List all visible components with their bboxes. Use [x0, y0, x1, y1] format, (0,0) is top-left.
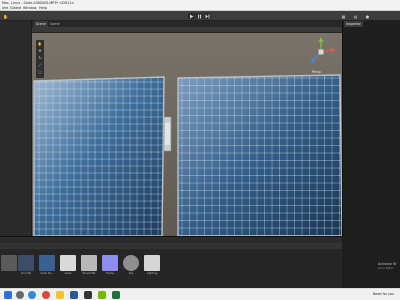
pause-button[interactable] — [196, 13, 203, 19]
step-button[interactable] — [204, 13, 211, 19]
start-icon[interactable] — [4, 291, 12, 299]
project-panel: Grid 3D Solar Pa... Glass Panel Mat Fram… — [0, 236, 342, 288]
move-tool-icon[interactable]: ✥ — [37, 48, 43, 53]
activation-watermark-title: Activate W — [378, 262, 397, 266]
layers-icon[interactable]: ▦ — [340, 13, 347, 19]
hierarchy-panel — [0, 21, 32, 236]
word-icon[interactable] — [70, 291, 78, 299]
menu-item[interactable]: Gilded — [10, 6, 21, 10]
play-button[interactable] — [188, 13, 195, 19]
rotate-tool-icon[interactable]: ↻ — [37, 55, 43, 60]
menu-item[interactable]: ient — [2, 6, 9, 10]
app-icon[interactable] — [112, 291, 120, 299]
nvidia-icon[interactable] — [98, 291, 106, 299]
projection-label: Persp — [312, 70, 321, 74]
windows-taskbar: News for you — [0, 288, 400, 300]
account-icon[interactable]: ● — [364, 13, 371, 19]
window-title: Mac, Linux - Solar-1080000.MP3* <DX11> — [2, 0, 75, 5]
news-widget[interactable]: News for you — [373, 292, 394, 296]
chrome-icon[interactable] — [42, 291, 50, 299]
rect-tool-icon[interactable]: ▢ — [37, 69, 43, 74]
tab-label: Inspector — [346, 22, 361, 26]
activation-watermark-subtitle: Go to Settin — [378, 267, 394, 270]
scene-tools-panel: ✋ ✥ ↻ ⤢ ▢ — [36, 40, 44, 78]
asset-item[interactable]: Glass — [59, 255, 77, 277]
project-toolbar — [0, 243, 342, 249]
menu-item[interactable]: Window — [23, 6, 36, 10]
inspector-panel: Inspector — [342, 21, 400, 236]
play-icon — [190, 14, 194, 18]
asset-thumbnail — [60, 255, 76, 271]
asset-thumbnail — [39, 255, 55, 271]
view-tool-icon[interactable]: ✋ — [37, 41, 43, 46]
folder-icon — [1, 255, 17, 271]
asset-item[interactable]: Frame — [101, 255, 119, 277]
main-toolbar: ✋ ▦ ▤ ● — [0, 11, 400, 21]
solar-panels-render — [32, 33, 342, 236]
edge-icon[interactable] — [28, 291, 36, 299]
unity-icon[interactable] — [84, 291, 92, 299]
menu-item[interactable]: Help — [39, 6, 47, 10]
pause-icon — [198, 14, 202, 18]
scene-viewport[interactable] — [32, 33, 342, 236]
asset-item[interactable] — [0, 255, 18, 277]
asset-thumbnail — [18, 255, 34, 271]
asset-item[interactable]: Grid 3D — [17, 255, 35, 277]
scale-tool-icon[interactable]: ⤢ — [37, 62, 43, 67]
step-icon — [205, 14, 210, 18]
orientation-gizmo[interactable] — [306, 36, 336, 70]
tab-label: Game — [50, 22, 60, 26]
layout-icon[interactable]: ▤ — [352, 13, 359, 19]
asset-item[interactable]: Solar Pa... — [38, 255, 56, 277]
asset-thumbnail — [102, 255, 118, 271]
asset-thumbnail — [81, 255, 97, 271]
asset-thumbnail — [123, 255, 139, 271]
asset-item[interactable]: Lighting — [143, 255, 161, 277]
hand-tool-icon[interactable]: ✋ — [2, 13, 9, 19]
search-icon[interactable] — [16, 291, 24, 299]
asset-thumbnail — [144, 255, 160, 271]
tab-inspector[interactable]: Inspector — [344, 21, 363, 27]
tab-label: Scene — [36, 22, 46, 26]
explorer-icon[interactable] — [56, 291, 64, 299]
asset-item[interactable]: Sky — [122, 255, 140, 277]
asset-item[interactable]: Panel Mat — [80, 255, 98, 277]
